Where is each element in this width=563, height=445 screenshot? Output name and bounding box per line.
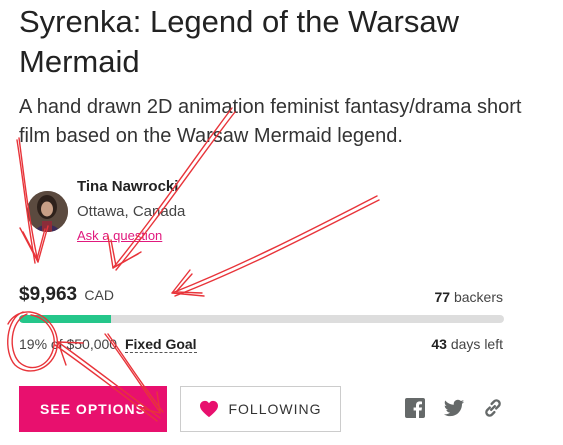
backers-number: 77 <box>434 289 451 305</box>
pledged-value: $9,963 <box>19 284 78 305</box>
days-left: 43 days left <box>431 336 503 352</box>
backers-label: backers <box>453 289 503 305</box>
project-blurb: A hand drawn 2D animation feminist fanta… <box>19 96 522 147</box>
days-label: days left <box>450 336 503 352</box>
funding-progress-bar <box>19 315 504 323</box>
project-page: Syrenka: Legend of the Warsaw Mermaid A … <box>0 0 563 445</box>
ask-question-link[interactable]: Ask a question <box>77 228 162 243</box>
link-icon[interactable] <box>482 397 504 419</box>
funding-progress-fill <box>19 315 112 323</box>
avatar[interactable] <box>27 191 68 232</box>
goal-percent-text: 19% of $50,000 <box>19 336 118 352</box>
creator-name[interactable]: Tina Nawrocki <box>77 178 178 195</box>
see-options-button[interactable]: SEE OPTIONS <box>19 386 167 432</box>
facebook-icon[interactable] <box>404 397 426 419</box>
days-number: 43 <box>431 336 447 352</box>
goal-summary: 19% of $50,000 Fixed Goal <box>19 336 197 353</box>
following-label: FOLLOWING <box>228 401 322 417</box>
project-title: Syrenka: Legend of the Warsaw Mermaid <box>19 4 459 79</box>
following-button[interactable]: FOLLOWING <box>180 386 341 432</box>
creator-location: Ottawa, Canada <box>77 203 186 220</box>
backers-count: 77 backers <box>435 289 504 305</box>
heart-icon <box>199 400 219 418</box>
twitter-icon[interactable] <box>443 397 465 419</box>
fixed-goal-tooltip-trigger[interactable]: Fixed Goal <box>124 336 197 353</box>
pledged-currency: CAD <box>84 287 114 303</box>
pledged-amount: $9,963 CAD <box>19 284 114 306</box>
